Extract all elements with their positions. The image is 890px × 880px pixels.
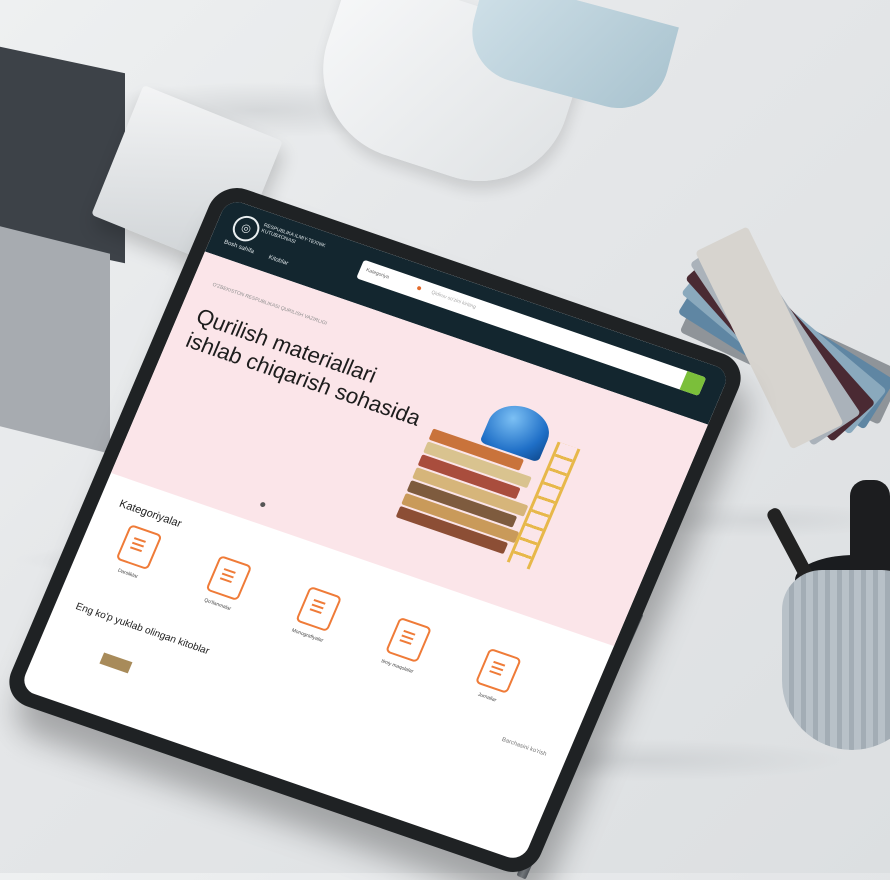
category-label: Monografiyalar <box>290 627 325 644</box>
search-category-select[interactable]: Kategoriya <box>365 267 390 280</box>
open-book-icon <box>205 554 253 602</box>
edit-document-icon <box>385 616 433 663</box>
search-button[interactable] <box>679 371 707 397</box>
chevron-down-icon <box>416 285 422 291</box>
library-logo-icon[interactable]: ◎ <box>228 212 264 245</box>
pen-cup <box>782 570 890 750</box>
document-icon <box>115 524 163 571</box>
category-item[interactable]: Ilmiy maqolalar <box>363 611 449 681</box>
logo-text: RESPUBLIKA ILMIY-TEXNIK KUTUBXONASI <box>260 222 327 250</box>
category-item[interactable]: Darsliklar <box>93 518 179 588</box>
category-label: Qo'llanmalar <box>203 597 232 613</box>
category-label: Darsliklar <box>116 567 139 581</box>
grey-slate-tile <box>0 226 110 454</box>
search-input[interactable]: Qidiruv so'zini kiriting <box>430 290 477 311</box>
nav-home[interactable]: Bosh sahifa <box>223 239 255 255</box>
category-label: Ilmiy maqolalar <box>380 658 415 675</box>
category-label: Jurnallar <box>476 691 498 704</box>
hero-title: Qurilish materiallari ishlab chiqarish s… <box>182 303 435 431</box>
carousel-dot[interactable] <box>259 501 267 508</box>
checklist-icon <box>295 585 343 633</box>
books-helmet-illustration <box>389 397 581 581</box>
nav-books[interactable]: Kitoblar <box>267 255 289 267</box>
category-item[interactable]: Jurnallar <box>453 642 539 712</box>
journals-icon <box>474 647 522 694</box>
category-item[interactable]: Qo'llanmalar <box>183 549 269 619</box>
category-item[interactable]: Monografiyalar <box>273 580 359 650</box>
book-thumbnail[interactable] <box>99 652 133 674</box>
